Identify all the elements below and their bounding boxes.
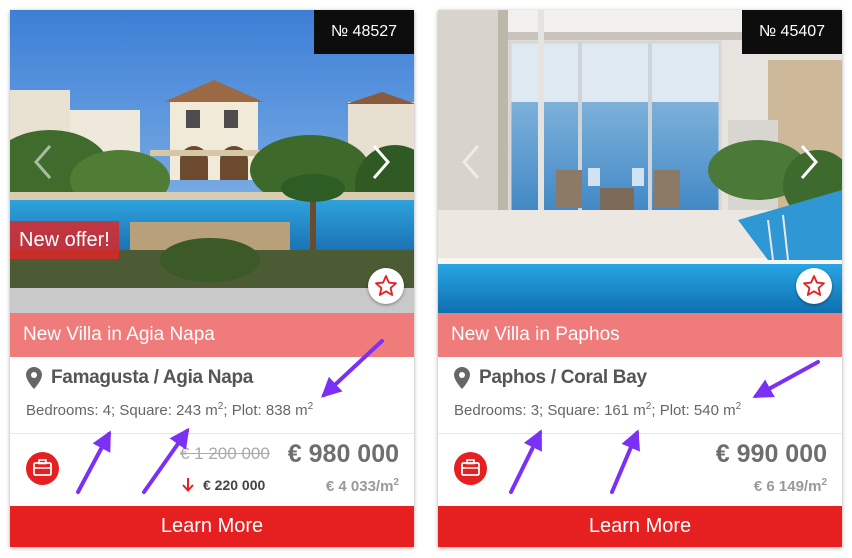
villa-photo-image [10, 10, 414, 313]
divider [438, 433, 842, 434]
plot-value: Plot: 838 m [231, 402, 308, 419]
property-specs: Bedrooms: 4; Square: 243 m2; Plot: 838 m… [26, 401, 314, 419]
listing-title[interactable]: New Villa in Agia Napa [10, 313, 414, 357]
location-row: Famagusta / Agia Napa [26, 365, 253, 391]
listing-card: № 45407 New Villa in Paphos Paphos / Cor… [438, 10, 842, 547]
map-pin-icon [454, 367, 470, 389]
chevron-left-icon[interactable] [456, 142, 486, 182]
price-per-m2-value: € 4 033/m [325, 478, 394, 495]
property-specs: Bedrooms: 3; Square: 161 m2; Plot: 540 m… [454, 401, 742, 419]
location-text: Famagusta / Agia Napa [51, 367, 254, 388]
bedrooms-value: Bedrooms: 4 [26, 402, 112, 419]
location-row: Paphos / Coral Bay [454, 365, 647, 391]
unit-superscript: 2 [735, 401, 742, 412]
new-offer-badge: New offer! [10, 221, 119, 259]
listing-card: № 48527 New offer! New Villa in Agia Nap… [10, 10, 414, 547]
price-per-square-meter: € 6 149/m2 [754, 477, 827, 495]
unit-superscript: 2 [393, 477, 399, 488]
unit-superscript: 2 [307, 401, 314, 412]
old-price: € 1 200 000 [180, 444, 270, 463]
bedrooms-value: Bedrooms: 3 [454, 402, 540, 419]
favorite-button[interactable] [796, 268, 832, 304]
learn-more-button[interactable]: Learn More [10, 506, 414, 547]
price-drop: € 220 000 [182, 477, 265, 493]
briefcase-icon [26, 452, 59, 485]
unit-superscript: 2 [217, 401, 224, 412]
chevron-right-icon[interactable] [366, 142, 396, 182]
villa-photo-image [438, 10, 842, 313]
briefcase-icon [454, 452, 487, 485]
favorite-button[interactable] [368, 268, 404, 304]
listing-title[interactable]: New Villa in Paphos [438, 313, 842, 357]
location-text: Paphos / Coral Bay [479, 367, 647, 388]
unit-superscript: 2 [821, 477, 827, 488]
current-price: € 980 000 [287, 440, 399, 468]
chevron-right-icon[interactable] [794, 142, 824, 182]
listing-photo[interactable]: № 48527 New offer! [10, 10, 414, 313]
price-per-m2-value: € 6 149/m [753, 478, 822, 495]
chevron-left-icon[interactable] [28, 142, 58, 182]
arrow-down-icon [182, 478, 194, 492]
reference-number-badge: № 48527 [314, 10, 414, 54]
square-value: Square: 243 m [119, 402, 218, 419]
reference-number-badge: № 45407 [742, 10, 842, 54]
divider [10, 433, 414, 434]
unit-superscript: 2 [645, 401, 652, 412]
learn-more-button[interactable]: Learn More [438, 506, 842, 547]
map-pin-icon [26, 367, 42, 389]
square-value: Square: 161 m [547, 402, 646, 419]
listing-photo[interactable]: № 45407 [438, 10, 842, 313]
price-per-square-meter: € 4 033/m2 [326, 477, 399, 495]
price-drop-amount: € 220 000 [203, 477, 266, 493]
plot-value: Plot: 540 m [659, 402, 736, 419]
current-price: € 990 000 [715, 440, 827, 468]
star-outline-icon [375, 275, 397, 296]
star-outline-icon [803, 275, 825, 296]
